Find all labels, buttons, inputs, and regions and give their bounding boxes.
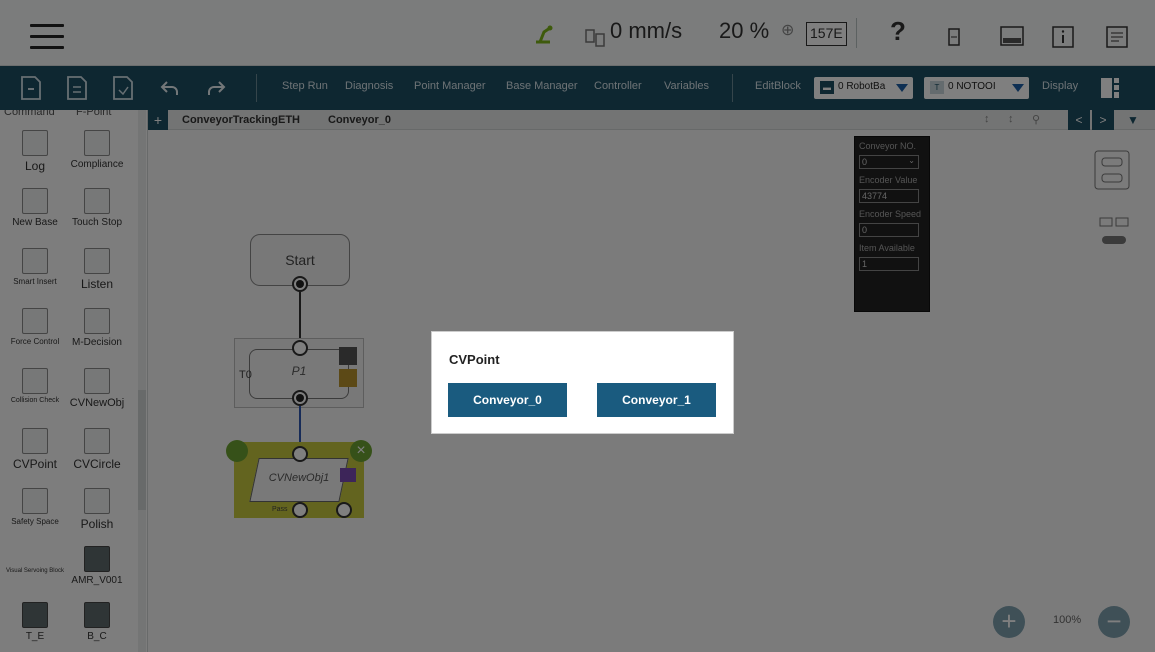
dialog-title: CVPoint — [449, 352, 500, 367]
conveyor-0-button[interactable]: Conveyor_0 — [448, 383, 567, 417]
modal-overlay — [0, 0, 1155, 652]
cvpoint-dialog: CVPoint Conveyor_0 Conveyor_1 — [431, 331, 734, 434]
conveyor-1-button[interactable]: Conveyor_1 — [597, 383, 716, 417]
